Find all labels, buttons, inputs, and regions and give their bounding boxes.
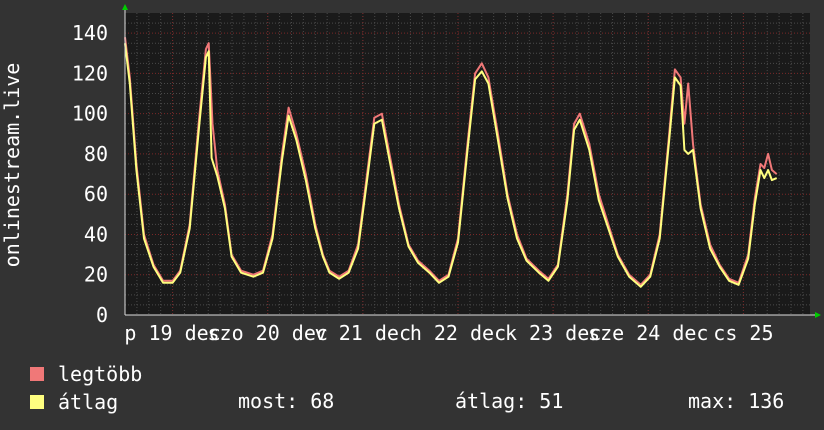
- x-tick-label: sze 24 dec: [588, 321, 708, 345]
- stat-max: max: 136: [688, 389, 785, 413]
- legend-item-atlag: átlag: [30, 390, 118, 414]
- x-tick-label: p 19 dec: [124, 321, 220, 345]
- x-tick-label: szo 20 dec: [207, 321, 327, 345]
- y-tick-label: 100: [72, 102, 108, 126]
- atlag-label: átlag: [58, 390, 119, 414]
- y-tick-label: 0: [96, 303, 108, 327]
- y-tick-label: 120: [72, 61, 108, 85]
- y-tick-label: 80: [84, 142, 108, 166]
- x-tick-label: cs 25: [713, 321, 773, 345]
- stat-most: most: 68: [238, 389, 335, 413]
- x-tick-label: k 23 dec: [505, 321, 601, 345]
- legend-item-legtobb: legtöbb: [30, 362, 142, 386]
- y-tick-label: 20: [84, 263, 108, 287]
- y-axis-arrow: [122, 4, 128, 10]
- chart: 0 20 40 60 80 100 120 140 p 19 decszo 20 decv 21…: [0, 4, 821, 345]
- x-tick-label: v 21 dec: [315, 321, 411, 345]
- legtobb-label: legtöbb: [58, 362, 143, 386]
- y-tick-label: 140: [72, 21, 108, 45]
- atlag-swatch: [30, 395, 44, 409]
- x-tick-label: h 22 dec: [410, 321, 506, 345]
- stat-atlag: átlag: 51: [455, 389, 564, 413]
- y-tick-label: 40: [84, 222, 108, 246]
- legtobb-swatch: [30, 367, 44, 381]
- y-tick-label: 60: [84, 182, 108, 206]
- x-axis-arrow: [815, 312, 821, 318]
- y-axis-label: onlinestream.live: [0, 63, 24, 268]
